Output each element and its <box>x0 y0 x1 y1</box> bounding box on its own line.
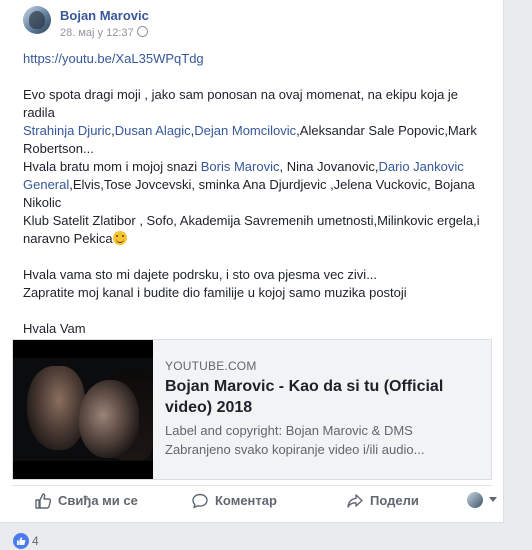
post-line: Klub Satelit Zlatibor , Sofo, Akademija … <box>23 213 480 246</box>
reaction-count-number[interactable]: 4 <box>32 534 39 548</box>
tag-boris[interactable]: Boris Marovic <box>201 159 280 174</box>
post-line: Hvala vama sto mi dajete podrsku, i sto … <box>23 267 378 282</box>
post-line: Evo spota dragi moji , jako sam ponosan … <box>23 87 459 120</box>
post-timestamp[interactable]: 28. мај у 12:37 <box>60 26 148 39</box>
post-line: Hvala bratu mom i mojoj snazi Boris Maro… <box>23 159 475 210</box>
profile-avatar-icon <box>467 492 483 508</box>
action-bar: Свиђа ми се Коментар Подели <box>12 485 497 516</box>
author-name[interactable]: Bojan Marovic <box>60 8 149 23</box>
smile-emoji-icon <box>112 231 127 245</box>
preview-description: Label and copyright: Bojan Marovic & DMS… <box>165 423 425 457</box>
like-badge-icon <box>13 533 29 549</box>
preview-title[interactable]: Bojan Marovic - Kao da si tu (Official v… <box>165 376 475 418</box>
share-icon <box>347 494 363 508</box>
post-card: Bojan Marovic 28. мај у 12:37 https://yo… <box>0 0 504 523</box>
link-preview[interactable]: YOUTUBE.COM Bojan Marovic - Kao da si tu… <box>12 339 492 480</box>
youtube-link[interactable]: https://youtu.be/XaL35WPqTdg <box>23 51 204 66</box>
post-line: Hvala Vam <box>23 321 86 336</box>
author-avatar[interactable] <box>23 6 51 34</box>
timestamp-text[interactable]: 28. мај у 12:37 <box>60 27 134 39</box>
video-thumbnail[interactable] <box>13 340 153 479</box>
thumbs-up-icon <box>35 493 52 509</box>
tag-dusan[interactable]: Dusan Alagic <box>115 123 191 138</box>
tag-dejan[interactable]: Dejan Momcilovic <box>194 123 296 138</box>
post-line: Strahinja Djuric,Dusan Alagic,Dejan Momc… <box>23 123 477 156</box>
chevron-down-icon <box>489 497 497 502</box>
globe-icon <box>136 26 148 37</box>
reaction-profile-selector[interactable] <box>467 492 497 510</box>
preview-source: YOUTUBE.COM <box>165 359 257 373</box>
post-line: Zapratite moj kanal i budite dio familij… <box>23 285 407 300</box>
tag-strahinja[interactable]: Strahinja Djuric <box>23 123 111 138</box>
post-body: https://youtu.be/XaL35WPqTdg Evo spota d… <box>23 50 489 338</box>
comment-icon <box>192 493 208 509</box>
